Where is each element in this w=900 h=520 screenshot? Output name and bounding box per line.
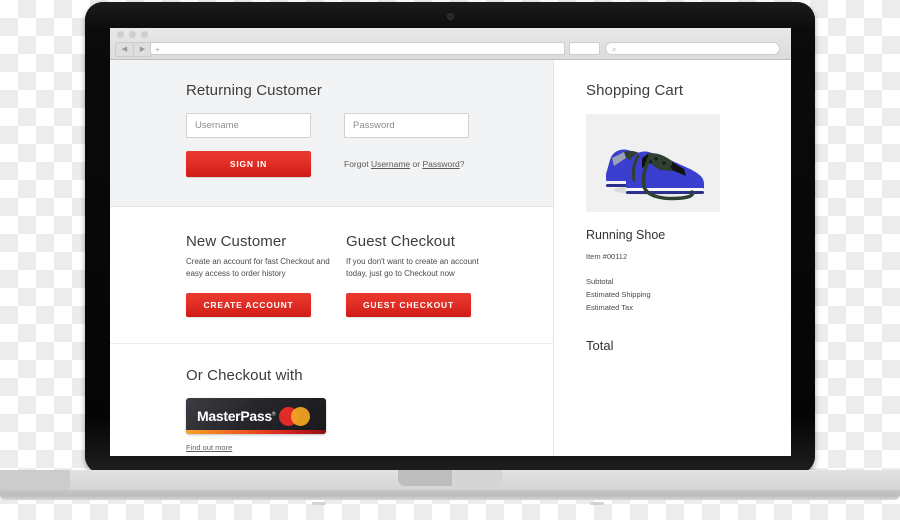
forgot-mid: or	[410, 159, 423, 169]
shopping-cart-column: Shopping Cart Running Shoe Item #00112 S…	[554, 60, 791, 456]
guest-checkout-description: If you don't want to create an account t…	[346, 257, 479, 278]
cart-line-estimated-tax: Estimated Tax	[586, 303, 633, 312]
create-account-button[interactable]: CREATE ACCOUNT	[186, 293, 311, 317]
screenshot-stage: ◀ ▶ + ⌕ Returning Customer Username Pass…	[0, 0, 900, 520]
forgot-prefix: Forgot	[344, 159, 371, 169]
webcam-icon	[447, 13, 454, 20]
checkout-main-column: Returning Customer SIGN IN Forgot Userna…	[110, 60, 554, 456]
password-input[interactable]	[344, 113, 469, 138]
laptop-foot-right	[590, 502, 604, 505]
address-bar[interactable]: +	[150, 42, 565, 55]
signin-row: SIGN IN Forgot Username or Password?	[186, 151, 553, 177]
laptop-base-left-shade	[0, 470, 70, 492]
laptop-screen: ◀ ▶ + ⌕ Returning Customer Username Pass…	[110, 28, 791, 456]
returning-customer-heading: Returning Customer	[186, 82, 323, 99]
address-bar-extra[interactable]	[569, 42, 600, 55]
search-icon: ⌕	[612, 45, 617, 54]
masterpass-button[interactable]: MasterPass®	[186, 398, 326, 434]
new-customer-heading: New Customer	[186, 233, 287, 250]
cart-line-estimated-shipping: Estimated Shipping	[586, 290, 651, 299]
back-arrow-icon[interactable]: ◀	[115, 42, 134, 57]
masterpass-trademark: ®	[271, 411, 276, 418]
username-input[interactable]	[186, 113, 311, 138]
laptop-foot-left	[312, 502, 326, 505]
laptop-base-notch-highlight	[452, 470, 502, 486]
masterpass-logo-text: MasterPass®	[197, 408, 276, 424]
forgot-suffix: ?	[459, 159, 465, 169]
browser-nav-group[interactable]: ◀ ▶	[115, 42, 152, 57]
returning-customer-section: Returning Customer SIGN IN Forgot Userna…	[110, 60, 553, 207]
window-controls[interactable]	[117, 31, 148, 38]
window-minimize-icon[interactable]	[129, 31, 136, 38]
window-close-icon[interactable]	[117, 31, 124, 38]
product-image	[586, 114, 720, 212]
product-item-number: Item #00112	[586, 252, 628, 261]
browser-chrome: ◀ ▶ + ⌕	[110, 28, 791, 60]
running-shoe-illustration	[606, 149, 704, 201]
masterpass-wordmark: MasterPass	[197, 408, 272, 424]
product-name: Running Shoe	[586, 228, 666, 242]
find-out-more-link[interactable]: Find out more	[186, 443, 232, 452]
mastercard-circles-icon	[279, 406, 311, 426]
browser-search-input[interactable]: ⌕	[605, 42, 780, 55]
laptop-base-lip	[0, 490, 900, 500]
alternate-checkout-section: Or Checkout with MasterPass® Find out mo…	[110, 344, 553, 455]
page-body: Returning Customer SIGN IN Forgot Userna…	[110, 60, 791, 456]
new-customer-block: New Customer Create an account for fast …	[186, 233, 346, 343]
forgot-password-link[interactable]: Password	[422, 159, 459, 169]
customer-options-section: New Customer Create an account for fast …	[110, 207, 553, 344]
cart-line-subtotal: Subtotal	[586, 277, 614, 286]
cart-summary-lines: Subtotal Estimated Shipping Estimated Ta…	[586, 275, 791, 314]
mastercard-yellow-circle	[291, 406, 311, 426]
forgot-credentials-text: Forgot Username or Password?	[344, 159, 465, 169]
shopping-cart-heading: Shopping Cart	[586, 82, 684, 99]
cart-total-label: Total	[586, 338, 614, 353]
sign-in-button[interactable]: SIGN IN	[186, 151, 311, 177]
forgot-username-link[interactable]: Username	[371, 159, 410, 169]
guest-checkout-button[interactable]: GUEST CHECKOUT	[346, 293, 471, 317]
guest-checkout-block: Guest Checkout If you don't want to crea…	[346, 233, 506, 343]
new-customer-description: Create an account for fast Checkout and …	[186, 257, 330, 278]
masterpass-gradient-strip	[186, 430, 326, 434]
guest-checkout-heading: Guest Checkout	[346, 233, 455, 250]
window-maximize-icon[interactable]	[141, 31, 148, 38]
login-fields-row	[186, 113, 553, 138]
or-checkout-with-heading: Or Checkout with	[186, 367, 303, 384]
